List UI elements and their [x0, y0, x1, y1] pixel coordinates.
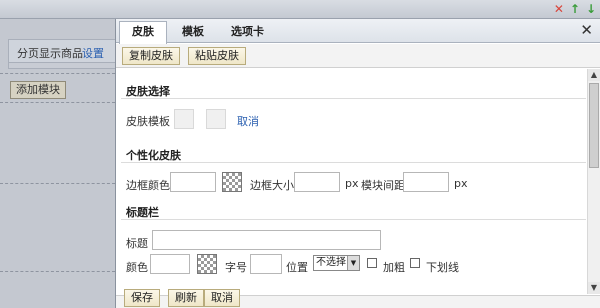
arrow-up-icon[interactable]: ↑ [570, 2, 580, 16]
border-size-label: 边框大小 [250, 179, 294, 192]
skin-template-thumb[interactable] [174, 109, 194, 129]
border-size-unit: px [345, 177, 359, 190]
copy-skin-button[interactable]: 复制皮肤 [122, 47, 180, 65]
tab-skin[interactable]: 皮肤 [119, 21, 167, 44]
chevron-down-icon: ▼ [347, 256, 359, 270]
layout-divider [0, 271, 115, 272]
close-icon[interactable]: ✕ [554, 2, 564, 16]
page-top-bar: ✕ ↑ ↓ [0, 0, 600, 19]
dialog-toolbar: 复制皮肤 粘贴皮肤 [116, 44, 600, 68]
title-color-picker[interactable] [197, 254, 217, 274]
title-input[interactable] [152, 230, 381, 250]
position-select-value: 不选择 [316, 257, 346, 268]
skin-template-label: 皮肤模板 [126, 115, 170, 128]
skin-cancel-link[interactable]: 取消 [237, 113, 259, 129]
refresh-button[interactable]: 刷新 [168, 289, 204, 307]
module-table-row [8, 63, 115, 69]
position-label: 位置 [286, 261, 308, 274]
border-size-input[interactable] [294, 172, 340, 192]
module-title: 分页显示商品 [17, 47, 83, 60]
skin-select-heading: 皮肤选择 [126, 85, 170, 98]
module-spacing-unit: px [454, 177, 468, 190]
border-color-picker[interactable] [222, 172, 242, 192]
section-divider [121, 98, 586, 99]
tab-options-card[interactable]: 选项卡 [218, 21, 277, 43]
underline-label: 下划线 [426, 261, 459, 274]
underline-checkbox[interactable] [410, 258, 420, 268]
layout-divider [0, 183, 115, 184]
scroll-up-icon[interactable]: ▲ [588, 69, 600, 81]
bold-label: 加粗 [383, 261, 405, 274]
module-settings-link[interactable]: 设置 [82, 45, 104, 61]
module-header: 分页显示商品 设置 [8, 39, 115, 63]
layout-divider [0, 102, 115, 103]
add-module-button[interactable]: 添加模块 [10, 81, 66, 99]
paste-skin-button[interactable]: 粘贴皮肤 [188, 47, 246, 65]
font-size-input[interactable] [250, 254, 282, 274]
top-bar-icons: ✕ ↑ ↓ [554, 2, 596, 16]
title-label: 标题 [126, 237, 148, 250]
background-layout-panel: 分页显示商品 设置 添加模块 [0, 19, 115, 308]
border-color-input[interactable] [170, 172, 216, 192]
border-color-label: 边框颜色 [126, 179, 170, 192]
dialog-close-icon[interactable]: ✕ [580, 22, 593, 38]
section-divider [121, 162, 586, 163]
content-scrollbar[interactable]: ▲ ▼ [587, 69, 600, 294]
dialog-tab-bar: 皮肤 模板 选项卡 ✕ [116, 19, 600, 44]
skin-template-thumb[interactable] [206, 109, 226, 129]
scrollbar-thumb[interactable] [589, 83, 599, 168]
title-color-input[interactable] [150, 254, 190, 274]
module-spacing-label: 模块间距 [361, 179, 405, 192]
dialog-content: 皮肤选择 皮肤模板 取消 个性化皮肤 边框颜色 边框大小 px 模块间距 px … [116, 69, 588, 294]
custom-skin-heading: 个性化皮肤 [126, 149, 181, 162]
cancel-button[interactable]: 取消 [204, 289, 240, 307]
section-divider [121, 219, 586, 220]
scroll-down-icon[interactable]: ▼ [588, 282, 600, 294]
font-size-label: 字号 [225, 261, 247, 274]
position-select[interactable]: 不选择 ▼ [313, 255, 360, 271]
layout-divider [0, 73, 115, 74]
title-color-label: 颜色 [126, 261, 148, 274]
title-bar-heading: 标题栏 [126, 206, 159, 219]
bold-checkbox[interactable] [367, 258, 377, 268]
skin-settings-dialog: 皮肤 模板 选项卡 ✕ 复制皮肤 粘贴皮肤 皮肤选择 皮肤模板 取消 个性化皮肤… [115, 19, 600, 308]
save-button[interactable]: 保存 [124, 289, 160, 307]
module-spacing-input[interactable] [403, 172, 449, 192]
tab-template[interactable]: 模板 [169, 21, 217, 43]
arrow-down-icon[interactable]: ↓ [586, 2, 596, 16]
